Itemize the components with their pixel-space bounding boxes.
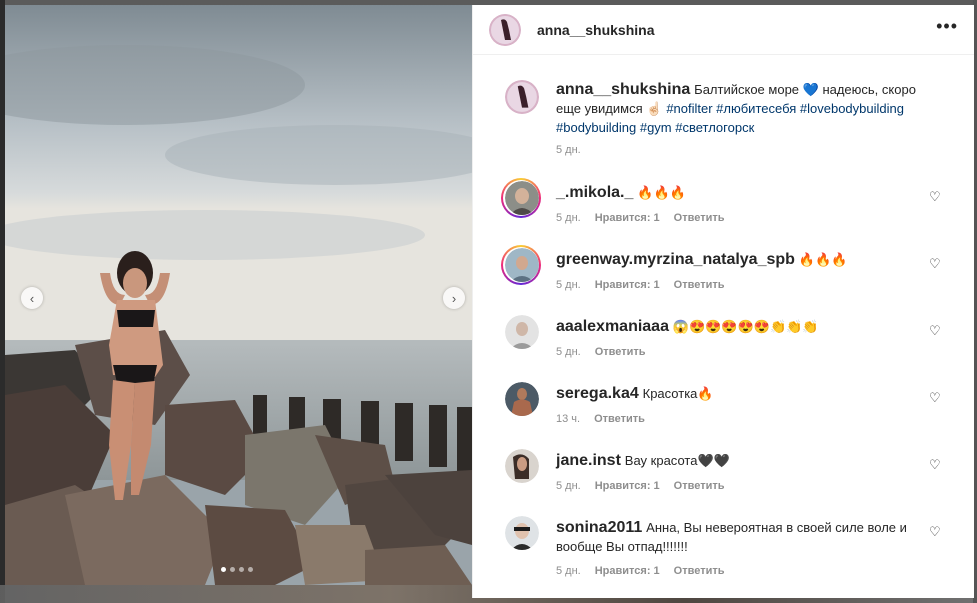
comment-text: Вау красота🖤🖤 bbox=[624, 453, 730, 468]
caption-time: 5 дн. bbox=[556, 144, 581, 156]
photo-image bbox=[5, 5, 472, 585]
comment-body: _.mikola._ 🔥🔥🔥 bbox=[556, 183, 931, 202]
commenter-avatar[interactable] bbox=[505, 516, 539, 550]
comment-username[interactable]: jane.inst bbox=[556, 452, 621, 469]
comment-like-button[interactable]: ♡ bbox=[929, 189, 943, 204]
author-avatar[interactable] bbox=[505, 80, 539, 114]
carousel-indicator bbox=[221, 567, 253, 572]
comment-username[interactable]: aaalexmaniaaa bbox=[556, 318, 669, 335]
commenter-avatar[interactable] bbox=[505, 248, 539, 282]
comment-body: sonina2011 Анна, Вы невероятная в своей … bbox=[556, 518, 926, 556]
comment-like-button[interactable]: ♡ bbox=[929, 256, 943, 271]
carousel-prev-button[interactable]: ‹ bbox=[21, 287, 43, 309]
post-side-panel: anna__shukshina ••• anna__shukshina Балт… bbox=[472, 5, 974, 598]
comment-meta: 5 дн. Нравится: 1 Ответить bbox=[556, 480, 725, 492]
comment-like-button[interactable]: ♡ bbox=[929, 524, 943, 539]
caption-username[interactable]: anna__shukshina bbox=[556, 81, 690, 98]
comment-reply-button[interactable]: Ответить bbox=[674, 480, 725, 492]
comment-reply-button[interactable]: Ответить bbox=[674, 565, 725, 577]
comment-username[interactable]: serega.ka4 bbox=[556, 385, 639, 402]
chevron-left-icon: ‹ bbox=[29, 290, 35, 306]
comment-time: 5 дн. bbox=[556, 212, 581, 224]
comment-reply-button[interactable]: Ответить bbox=[674, 212, 725, 224]
comment-likes-button[interactable]: Нравится: 1 bbox=[595, 279, 660, 291]
author-username[interactable]: anna__shukshina bbox=[537, 22, 936, 38]
heart-outline-icon: ♡ bbox=[929, 524, 941, 539]
more-horizontal-icon: ••• bbox=[936, 16, 958, 36]
comment-body: serega.ka4 Красотка🔥 bbox=[556, 384, 931, 403]
comment-likes-button[interactable]: Нравится: 1 bbox=[595, 480, 660, 492]
comment-time: 5 дн. bbox=[556, 480, 581, 492]
comment-meta: 5 дн. Нравится: 1 Ответить bbox=[556, 212, 725, 224]
comment-body: jane.inst Вау красота🖤🖤 bbox=[556, 451, 931, 470]
post-header: anna__shukshina ••• bbox=[473, 5, 974, 55]
comment-time: 5 дн. bbox=[556, 279, 581, 291]
comment-text: Красотка🔥 bbox=[642, 386, 714, 401]
caption-meta: 5 дн. bbox=[556, 144, 581, 156]
comment-text: 😱😍😍😍😍😍👏👏👏 bbox=[672, 319, 819, 334]
carousel-dot bbox=[230, 567, 235, 572]
comment-time: 5 дн. bbox=[556, 565, 581, 577]
comment-reply-button[interactable]: Ответить bbox=[594, 413, 645, 425]
comment-text: 🔥🔥🔥 bbox=[798, 252, 848, 267]
post-photo: ‹ › bbox=[5, 5, 472, 585]
carousel-dot bbox=[248, 567, 253, 572]
comment-meta: 13 ч. Ответить bbox=[556, 413, 645, 425]
heart-outline-icon: ♡ bbox=[929, 189, 941, 204]
comment-likes-button[interactable]: Нравится: 1 bbox=[595, 565, 660, 577]
comment-meta: 5 дн. Нравится: 1 Ответить bbox=[556, 279, 725, 291]
comment-body: greenway.myrzina_natalya_spb 🔥🔥🔥 bbox=[556, 250, 931, 269]
author-avatar[interactable] bbox=[489, 13, 521, 46]
heart-outline-icon: ♡ bbox=[929, 390, 941, 405]
comment-likes-button[interactable]: Нравится: 1 bbox=[595, 212, 660, 224]
comment-like-button[interactable]: ♡ bbox=[929, 323, 943, 338]
carousel-dot bbox=[221, 567, 226, 572]
heart-outline-icon: ♡ bbox=[929, 256, 941, 271]
caption-body: anna__shukshina Балтийское море 💙 надеюс… bbox=[556, 80, 926, 137]
comment-meta: 5 дн. Нравится: 1 Ответить bbox=[556, 565, 725, 577]
more-options-button[interactable]: ••• bbox=[936, 16, 958, 43]
comment-time: 13 ч. bbox=[556, 413, 581, 425]
carousel-next-button[interactable]: › bbox=[443, 287, 465, 309]
comment-like-button[interactable]: ♡ bbox=[929, 390, 943, 405]
carousel-dot bbox=[239, 567, 244, 572]
comment-like-button[interactable]: ♡ bbox=[929, 457, 943, 472]
comment-username[interactable]: sonina2011 bbox=[556, 519, 642, 536]
commenter-avatar[interactable] bbox=[505, 181, 539, 215]
heart-outline-icon: ♡ bbox=[929, 457, 941, 472]
comment-body: aaalexmaniaaa 😱😍😍😍😍😍👏👏👏 bbox=[556, 317, 931, 336]
comment-reply-button[interactable]: Ответить bbox=[674, 279, 725, 291]
chevron-right-icon: › bbox=[451, 290, 457, 306]
heart-outline-icon: ♡ bbox=[929, 323, 941, 338]
commenter-avatar[interactable] bbox=[505, 382, 539, 416]
comment-time: 5 дн. bbox=[556, 346, 581, 358]
comment-username[interactable]: greenway.myrzina_natalya_spb bbox=[556, 251, 795, 268]
comment-meta: 5 дн. Ответить bbox=[556, 346, 646, 358]
comment-reply-button[interactable]: Ответить bbox=[595, 346, 646, 358]
commenter-avatar[interactable] bbox=[505, 315, 539, 349]
commenter-avatar[interactable] bbox=[505, 449, 539, 483]
comment-username[interactable]: _.mikola._ bbox=[556, 184, 633, 201]
comment-text: 🔥🔥🔥 bbox=[637, 185, 686, 200]
